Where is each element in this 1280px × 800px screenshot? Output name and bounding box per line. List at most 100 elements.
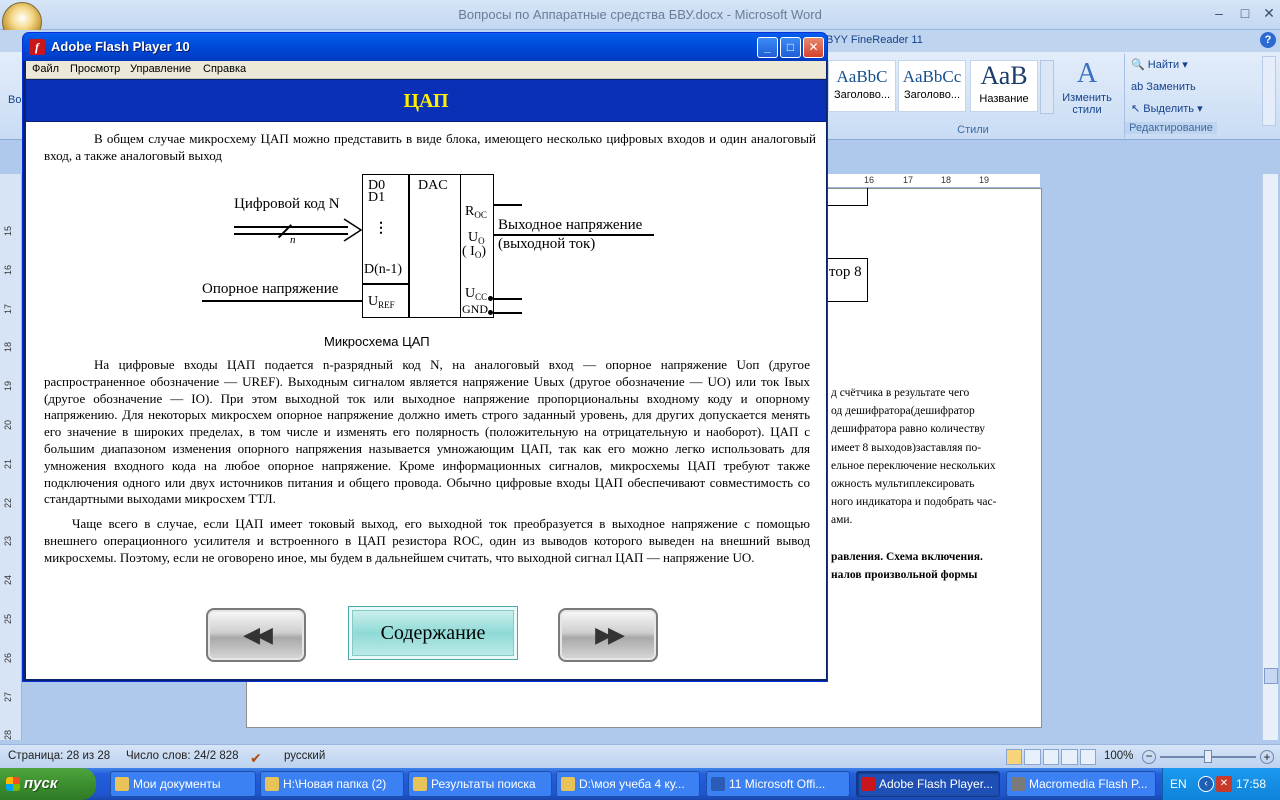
label-dots: ⋮ xyxy=(374,221,388,236)
style-title[interactable]: АаВ Название xyxy=(970,60,1038,112)
tray-app-icon[interactable]: ✕ xyxy=(1216,776,1232,792)
menu-control[interactable]: Управление xyxy=(130,63,191,75)
search-icon xyxy=(413,777,427,791)
flash-icon xyxy=(1011,777,1025,791)
start-button[interactable]: пуск xyxy=(0,768,96,800)
language-indicator[interactable]: EN xyxy=(1170,777,1187,791)
status-language[interactable]: русский xyxy=(284,750,325,762)
menu-view[interactable]: Просмотр xyxy=(70,63,120,75)
ribbon-left-label: Во xyxy=(8,94,22,106)
ruler-left-mark: 25 xyxy=(3,613,14,625)
label-io: ( IO) xyxy=(462,244,486,260)
ruler-left-mark: 15 xyxy=(3,225,14,237)
next-button[interactable]: ▶▶ xyxy=(558,608,658,662)
maximize-button[interactable]: □ xyxy=(780,37,801,58)
ruler-left-mark: 23 xyxy=(3,536,14,547)
folder-icon xyxy=(561,777,575,791)
replace-button[interactable]: ab Заменить xyxy=(1125,76,1216,98)
tray-arrow-icon[interactable]: ‹ xyxy=(1198,776,1214,792)
label-n: n xyxy=(290,234,296,246)
task-my-documents[interactable]: Мои документы xyxy=(110,771,256,797)
folder-icon xyxy=(115,777,129,791)
flash-icon: f xyxy=(29,39,45,55)
label-output-current: (выходной ток) xyxy=(498,236,596,252)
status-words[interactable]: Число слов: 24/2 828 xyxy=(126,750,239,762)
close-button[interactable]: ✕ xyxy=(803,37,824,58)
windows-flag-icon xyxy=(6,777,20,791)
select-button[interactable]: ↖ Выделить ▾ xyxy=(1125,98,1216,120)
paragraph-inputs: На цифровые входы ЦАП подается n-разрядн… xyxy=(44,357,810,507)
folder-icon xyxy=(265,777,279,791)
ruler-left-mark: 16 xyxy=(3,264,14,275)
word-status-bar: Страница: 28 из 28 Число слов: 24/2 828 … xyxy=(0,744,1280,768)
flash-title-bar[interactable]: f Adobe Flash Player 10 _ □ ✕ xyxy=(23,33,827,61)
flash-icon xyxy=(861,777,875,791)
label-dac: DAC xyxy=(418,178,448,193)
tab-finereader[interactable]: BYY FineReader 11 xyxy=(826,34,923,46)
menu-file[interactable]: Файл xyxy=(32,63,59,75)
word-icon xyxy=(711,777,725,791)
change-styles-button[interactable]: A Изменить стили xyxy=(1058,58,1116,122)
contents-button[interactable]: Содержание xyxy=(348,606,518,660)
ruler-left-mark: 17 xyxy=(3,303,14,314)
word-window-title: Вопросы по Аппаратные средства БВУ.docx … xyxy=(458,7,822,22)
page-title: ЦАП xyxy=(26,80,826,122)
label-digital-code: Цифровой код N xyxy=(234,196,340,212)
view-buttons[interactable] xyxy=(1006,749,1097,765)
label-reference-voltage: Опорное напряжение xyxy=(202,281,339,297)
styles-group-label: Стили xyxy=(957,124,989,136)
label-output-voltage: Выходное напряжение xyxy=(498,217,643,233)
task-new-folder[interactable]: H:\Новая папка (2) xyxy=(260,771,404,797)
task-flash-player[interactable]: Adobe Flash Player... xyxy=(856,771,1000,797)
task-microsoft-office[interactable]: 11 Microsoft Offi... xyxy=(706,771,850,797)
menu-help[interactable]: Справка xyxy=(203,63,246,75)
label-uref: UREF xyxy=(368,294,395,310)
flash-menu-bar: Файл Просмотр Управление Справка xyxy=(26,61,826,79)
spellcheck-icon[interactable]: ✔ xyxy=(250,750,262,767)
label-dn: D(n-1) xyxy=(364,262,403,277)
word-maximize-button[interactable]: □ xyxy=(1232,4,1258,22)
arrow-right-icon xyxy=(343,218,363,242)
flash-window-title: Adobe Flash Player 10 xyxy=(51,39,190,54)
word-close-button[interactable]: ✕ xyxy=(1256,4,1280,22)
status-page[interactable]: Страница: 28 из 28 xyxy=(8,750,110,762)
document-text[interactable]: д счётчика в результате чего од дешифрат… xyxy=(831,384,1041,584)
diagram-caption: Микросхема ЦАП xyxy=(324,334,430,349)
ruler-left-mark: 28 xyxy=(3,730,14,741)
zoom-out-button[interactable]: − xyxy=(1142,750,1156,764)
ruler-left: 151617181920212223242526272829 xyxy=(0,174,22,779)
help-icon[interactable]: ? xyxy=(1260,32,1276,48)
task-study-folder[interactable]: D:\моя учеба 4 ку... xyxy=(556,771,700,797)
zoom-in-button[interactable]: + xyxy=(1260,750,1274,764)
styles-scroll[interactable] xyxy=(1040,60,1054,114)
doc-frame-text: тор 8 xyxy=(826,258,868,302)
change-styles-icon: A xyxy=(1076,58,1098,89)
label-gnd: GND xyxy=(462,302,488,316)
task-search-results[interactable]: Результаты поиска xyxy=(408,771,552,797)
minimize-button[interactable]: _ xyxy=(757,37,778,58)
style-heading2[interactable]: AaBbCc Заголово... xyxy=(898,60,966,112)
label-ucc: UCC xyxy=(465,286,488,302)
ruler-left-mark: 20 xyxy=(3,419,14,431)
ruler-left-mark: 27 xyxy=(3,691,14,702)
task-macromedia-flash[interactable]: Macromedia Flash P... xyxy=(1006,771,1156,797)
find-button[interactable]: 🔍 Найти ▾ xyxy=(1125,54,1216,76)
clock[interactable]: 17:58 xyxy=(1236,777,1266,791)
ruler-left-mark: 21 xyxy=(3,458,14,469)
editing-group: 🔍 Найти ▾ ab Заменить ↖ Выделить ▾ Редак… xyxy=(1124,54,1217,138)
ruler-left-mark: 19 xyxy=(3,381,14,392)
style-heading1[interactable]: AaBbC Заголово... xyxy=(828,60,896,112)
word-minimize-button[interactable]: – xyxy=(1206,4,1232,22)
flash-content: ЦАП В общем случае микросхему ЦАП можно … xyxy=(26,80,826,679)
zoom-level[interactable]: 100% xyxy=(1104,750,1133,762)
document-scrollbar[interactable] xyxy=(1262,174,1278,740)
ruler-top: 16 17 18 19 xyxy=(828,174,1040,188)
label-roc: ROC xyxy=(465,204,487,220)
flash-player-window: f Adobe Flash Player 10 _ □ ✕ Файл Просм… xyxy=(22,32,828,682)
previous-button[interactable]: ◀◀ xyxy=(206,608,306,662)
zoom-slider-knob[interactable] xyxy=(1204,750,1212,763)
scroll-thumb[interactable] xyxy=(1264,668,1278,684)
doc-frame-top xyxy=(826,188,868,206)
ribbon-scrollbar[interactable] xyxy=(1262,56,1276,126)
ruler-left-mark: 18 xyxy=(3,342,14,353)
